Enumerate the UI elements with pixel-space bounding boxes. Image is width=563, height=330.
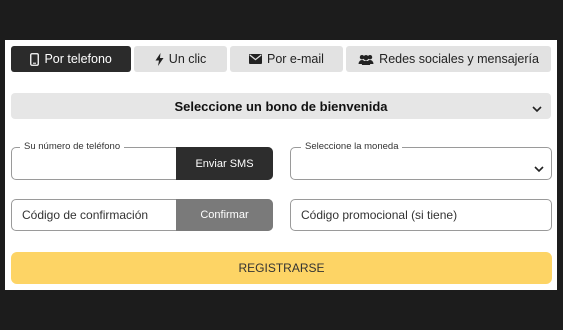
users-icon bbox=[358, 54, 374, 65]
send-sms-button[interactable]: Enviar SMS bbox=[176, 147, 273, 180]
envelope-icon bbox=[248, 54, 262, 64]
tab-label: Redes sociales y mensajería bbox=[379, 52, 539, 66]
promo-code-placeholder: Código promocional (si tiene) bbox=[301, 208, 458, 222]
registration-tabs: Por telefono Un clic Por e-mail Redes so… bbox=[11, 46, 551, 72]
chevron-down-icon bbox=[534, 160, 544, 178]
phone-number-field[interactable]: Su número de teléfono Enviar SMS bbox=[11, 141, 273, 180]
confirmation-code-field[interactable]: Código de confirmación Confirmar bbox=[11, 199, 273, 231]
tab-social[interactable]: Redes sociales y mensajería bbox=[346, 46, 551, 72]
chevron-down-icon bbox=[532, 101, 542, 116]
bonus-label: Seleccione un bono de bienvenida bbox=[174, 98, 388, 114]
confirm-button[interactable]: Confirmar bbox=[176, 199, 273, 231]
promo-code-field[interactable]: Código promocional (si tiene) bbox=[290, 199, 552, 231]
tab-label: Un clic bbox=[168, 52, 207, 66]
tab-one-click[interactable]: Un clic bbox=[134, 46, 227, 72]
register-button[interactable]: REGISTRARSE bbox=[11, 252, 552, 284]
lightning-icon bbox=[155, 52, 164, 66]
currency-select[interactable]: Seleccione la moneda bbox=[290, 141, 552, 180]
confirmation-code-placeholder: Código de confirmación bbox=[22, 208, 149, 222]
currency-legend: Seleccione la moneda bbox=[301, 141, 403, 153]
tab-label: Por e-mail bbox=[266, 52, 324, 66]
phone-icon bbox=[30, 52, 40, 66]
tab-label: Por telefono bbox=[44, 52, 112, 66]
tab-email[interactable]: Por e-mail bbox=[229, 46, 344, 72]
registration-panel: Por telefono Un clic Por e-mail Redes so… bbox=[5, 40, 557, 290]
welcome-bonus-select[interactable]: Seleccione un bono de bienvenida bbox=[11, 93, 551, 119]
tab-phone[interactable]: Por telefono bbox=[11, 46, 132, 72]
phone-legend: Su número de teléfono bbox=[20, 141, 125, 153]
